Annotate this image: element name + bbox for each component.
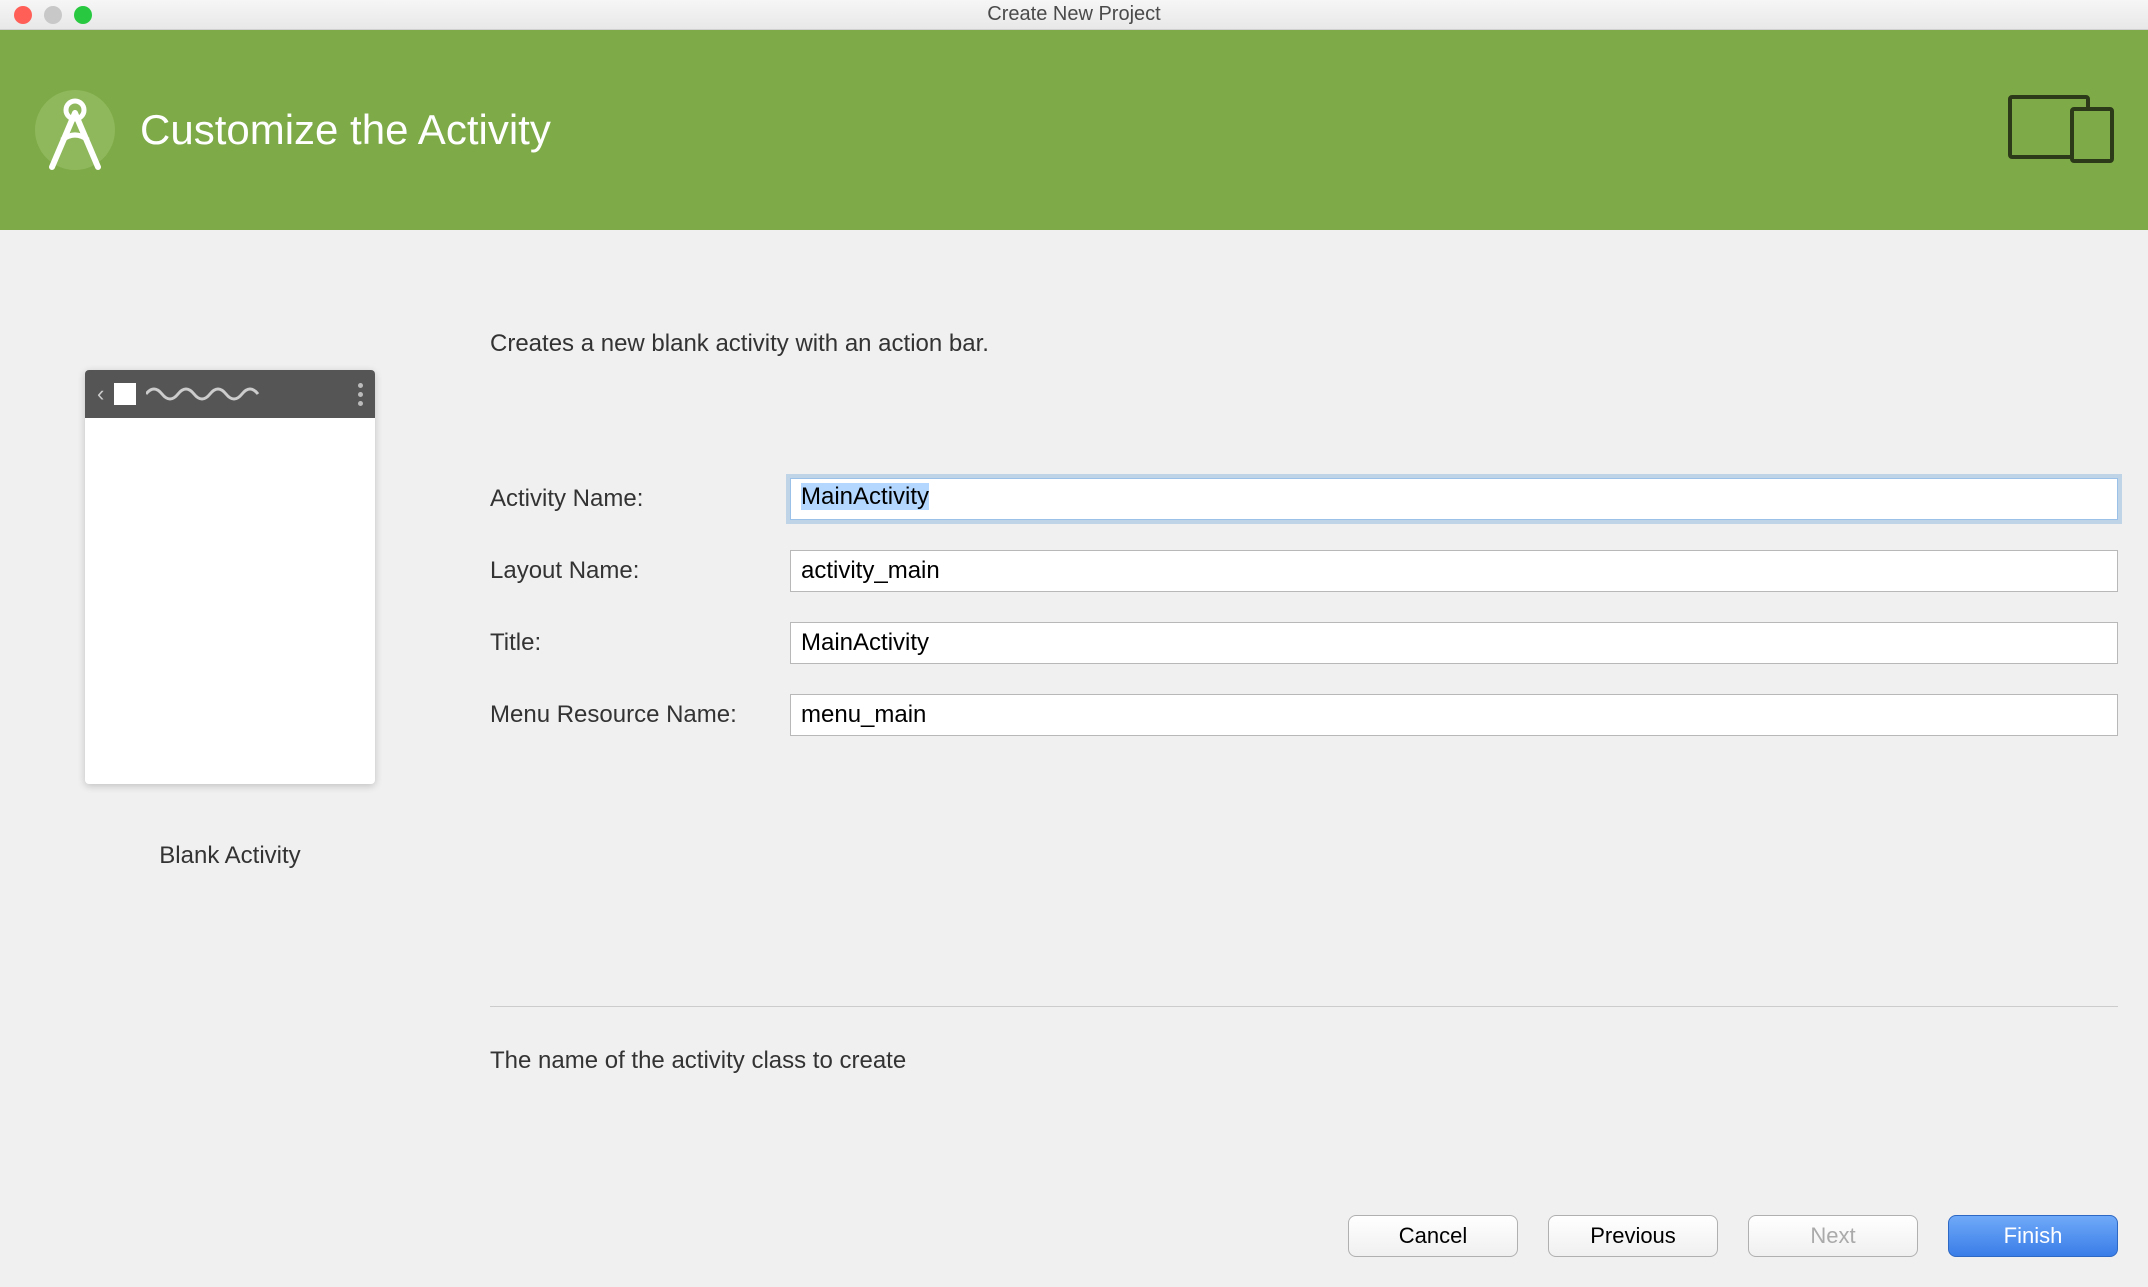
header-banner: Customize the Activity	[0, 30, 2148, 230]
minimize-window-button[interactable]	[44, 6, 62, 24]
title-row: Title:	[490, 622, 2118, 664]
page-title: Customize the Activity	[140, 106, 551, 154]
finish-button[interactable]: Finish	[1948, 1215, 2118, 1257]
activity-name-input[interactable]: MainActivity	[790, 478, 2118, 520]
description-text: Creates a new blank activity with an act…	[490, 330, 2118, 358]
content-area: ‹ Blank Activity Creates a	[0, 230, 2148, 1195]
layout-name-row: Layout Name:	[490, 550, 2118, 592]
preview-panel: ‹ Blank Activity	[30, 270, 430, 1175]
menu-resource-name-row: Menu Resource Name:	[490, 694, 2118, 736]
help-text: The name of the activity class to create	[490, 1047, 2118, 1075]
titlebar: Create New Project	[0, 0, 2148, 30]
devices-icon	[2008, 95, 2118, 165]
activity-name-label: Activity Name:	[490, 485, 790, 513]
app-icon-placeholder	[114, 383, 136, 405]
menu-resource-name-input[interactable]	[790, 694, 2118, 736]
window-controls	[0, 6, 92, 24]
overflow-menu-icon	[358, 383, 363, 406]
preview-label: Blank Activity	[159, 842, 300, 870]
preview-actionbar: ‹	[85, 370, 375, 418]
form-panel: Creates a new blank activity with an act…	[490, 270, 2118, 1175]
cancel-button[interactable]: Cancel	[1348, 1215, 1518, 1257]
activity-name-row: Activity Name: MainActivity	[490, 478, 2118, 520]
previous-button[interactable]: Previous	[1548, 1215, 1718, 1257]
button-bar: Cancel Previous Next Finish	[0, 1195, 2148, 1287]
activity-preview: ‹	[85, 370, 375, 784]
next-button: Next	[1748, 1215, 1918, 1257]
menu-resource-name-label: Menu Resource Name:	[490, 701, 790, 729]
back-chevron-icon: ‹	[97, 381, 104, 407]
android-studio-icon	[30, 85, 120, 175]
divider	[490, 1006, 2118, 1007]
header-left: Customize the Activity	[30, 85, 551, 175]
layout-name-input[interactable]	[790, 550, 2118, 592]
window-title: Create New Project	[987, 3, 1160, 26]
zoom-window-button[interactable]	[74, 6, 92, 24]
title-label: Title:	[490, 629, 790, 657]
wizard-window: Create New Project Customize the Activit…	[0, 0, 2148, 1287]
layout-name-label: Layout Name:	[490, 557, 790, 585]
close-window-button[interactable]	[14, 6, 32, 24]
title-wave-icon	[146, 384, 348, 404]
title-input[interactable]	[790, 622, 2118, 664]
